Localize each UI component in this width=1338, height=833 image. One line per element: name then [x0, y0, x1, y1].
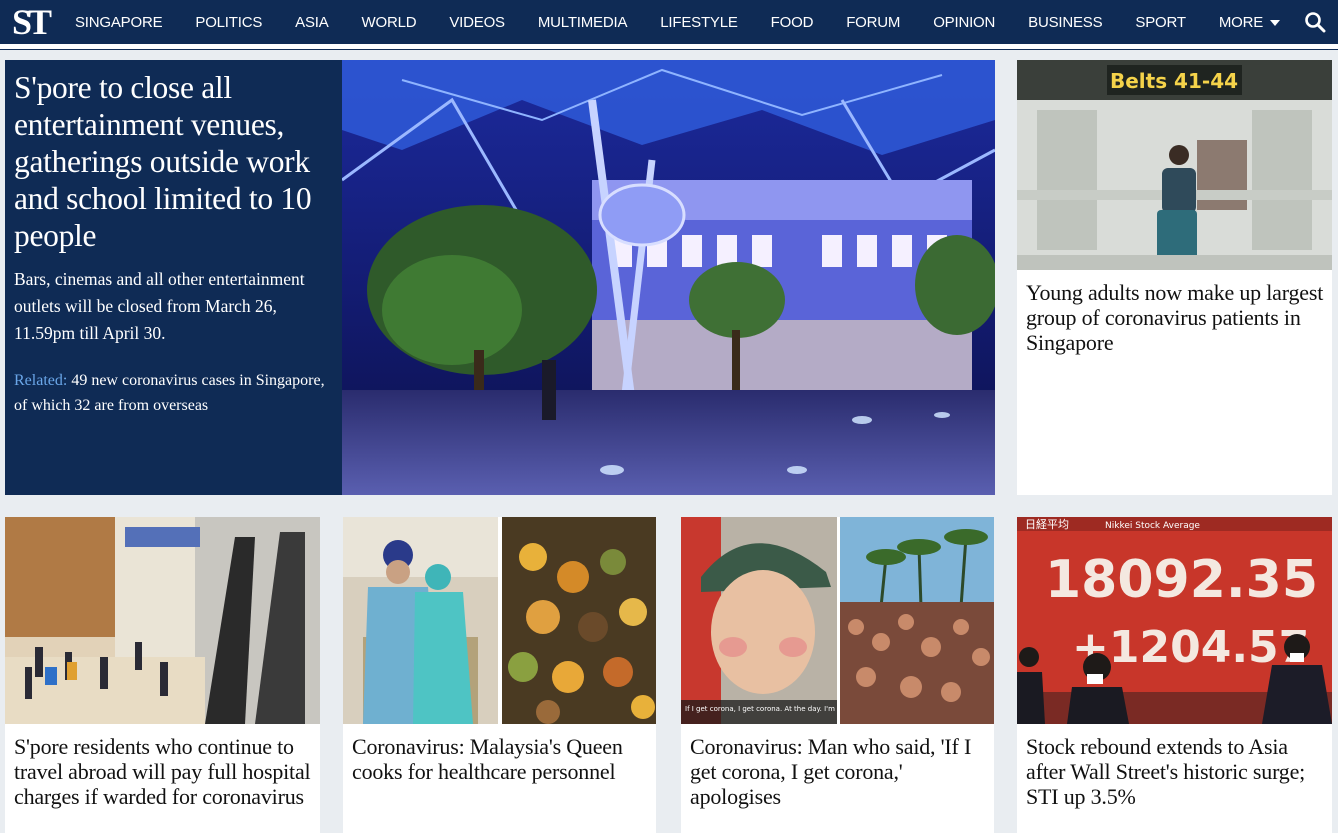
nav-item-asia[interactable]: ASIA: [295, 14, 329, 31]
hero-related: Related: 49 new coronavirus cases in Sin…: [14, 368, 333, 418]
search-icon[interactable]: [1304, 11, 1326, 33]
story-image-corona-man[interactable]: If I get corona, I get corona. At the da…: [681, 517, 994, 724]
nav-item-politics[interactable]: POLITICS: [195, 14, 262, 31]
story-card-corona-man[interactable]: If I get corona, I get corona. At the da…: [681, 517, 994, 833]
top-nav: ST SINGAPORE POLITICS ASIA WORLD VIDEOS …: [0, 0, 1338, 44]
nav-item-multimedia[interactable]: MULTIMEDIA: [538, 14, 628, 31]
hero-headline[interactable]: S'pore to close all entertainment venues…: [14, 69, 333, 254]
side-story-card[interactable]: Belts 41-44 Young adults now make up lar…: [1017, 60, 1332, 495]
nav-item-food[interactable]: FOOD: [771, 14, 814, 31]
related-label: Related:: [14, 372, 68, 389]
story-headline-corona-man[interactable]: Coronavirus: Man who said, 'If I get cor…: [690, 734, 986, 809]
story-card-queen[interactable]: Coronavirus: Malaysia's Queen cooks for …: [343, 517, 656, 833]
board-index-value: 18092.35: [1045, 550, 1318, 610]
story-image-airport[interactable]: [5, 517, 320, 724]
hero-summary: Bars, cinemas and all other entertainmen…: [14, 269, 305, 343]
hero-story-panel[interactable]: S'pore to close all entertainment venues…: [5, 60, 342, 495]
board-title: 日経平均: [1025, 518, 1069, 531]
nav-more-dropdown[interactable]: MORE: [1218, 13, 1281, 31]
nav-item-forum[interactable]: FORUM: [846, 14, 900, 31]
story-image-queen[interactable]: [343, 517, 656, 724]
story-headline-queen[interactable]: Coronavirus: Malaysia's Queen cooks for …: [352, 734, 648, 784]
nav-menu: SINGAPORE POLITICS ASIA WORLD VIDEOS MUL…: [75, 14, 1313, 31]
nav-divider: [0, 44, 1338, 50]
gate-sign-text: Belts 41-44: [1110, 69, 1238, 93]
nav-item-videos[interactable]: VIDEOS: [449, 14, 505, 31]
nav-item-singapore[interactable]: SINGAPORE: [75, 14, 163, 31]
nav-item-sport[interactable]: SPORT: [1135, 14, 1186, 31]
nav-item-opinion[interactable]: OPINION: [933, 14, 995, 31]
story-image-stocks[interactable]: 日経平均 Nikkei Stock Average 18092.35 +1204…: [1017, 517, 1332, 724]
story-headline-travel[interactable]: S'pore residents who continue to travel …: [14, 734, 312, 809]
site-logo[interactable]: ST: [12, 4, 60, 40]
story-headline-stocks[interactable]: Stock rebound extends to Asia after Wall…: [1026, 734, 1324, 809]
board-subtitle: Nikkei Stock Average: [1105, 521, 1200, 531]
side-story-image[interactable]: Belts 41-44: [1017, 60, 1332, 270]
nav-more-label: MORE: [1218, 13, 1264, 31]
story-card-travel[interactable]: S'pore residents who continue to travel …: [5, 517, 320, 833]
hero-image[interactable]: [342, 60, 995, 495]
nav-item-world[interactable]: WORLD: [362, 14, 417, 31]
nav-item-business[interactable]: BUSINESS: [1028, 14, 1102, 31]
nav-item-lifestyle[interactable]: LIFESTYLE: [660, 14, 738, 31]
chevron-down-icon: [1270, 19, 1281, 26]
story-card-stocks[interactable]: 日経平均 Nikkei Stock Average 18092.35 +1204…: [1017, 517, 1332, 833]
side-story-headline[interactable]: Young adults now make up largest group o…: [1026, 280, 1324, 355]
